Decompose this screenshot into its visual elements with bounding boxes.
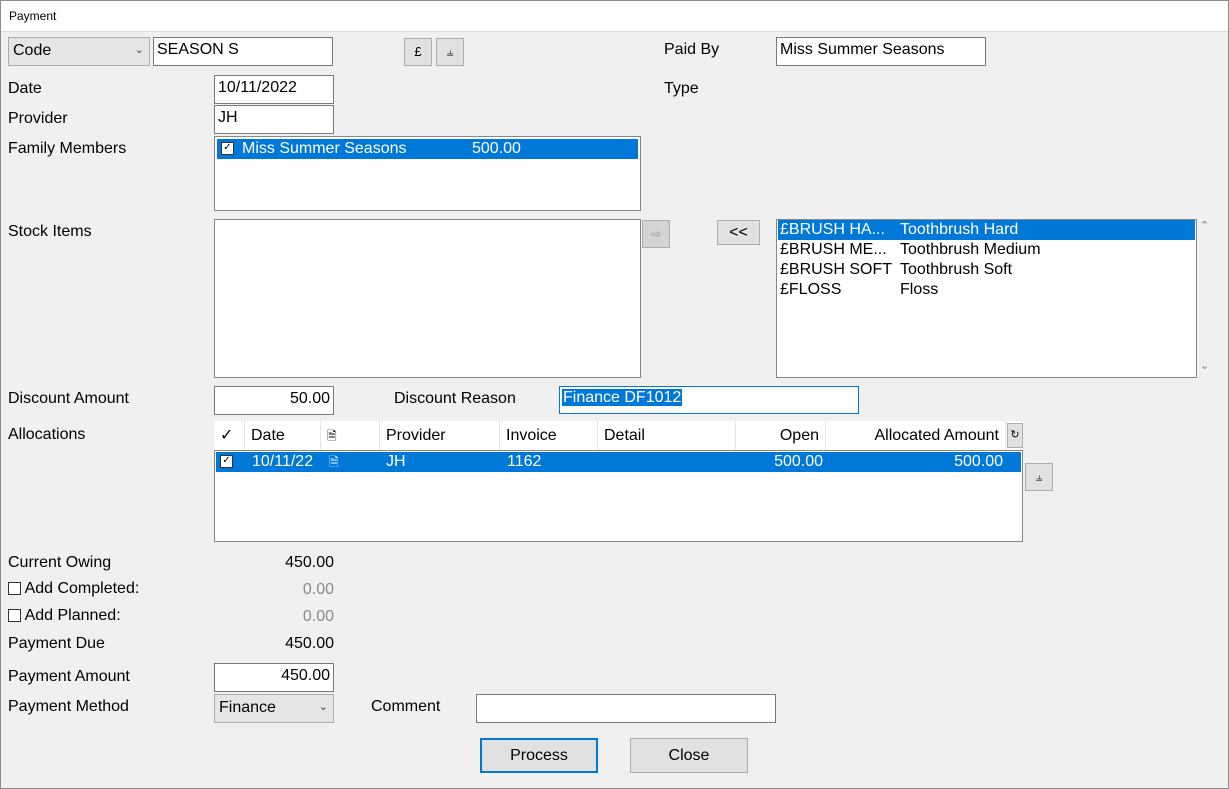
allocations-label: Allocations: [8, 426, 86, 443]
stock-desc: Toothbrush Hard: [900, 221, 1019, 238]
stock-code: £BRUSH ME...: [780, 241, 887, 258]
payment-method-value: Finance: [219, 699, 276, 716]
allocation-row[interactable]: ✓ 10/11/22 🗎 JH 1162 500.00 500.00: [216, 452, 1021, 472]
comment-label: Comment: [371, 698, 441, 715]
stock-code: £BRUSH HA...: [780, 221, 885, 238]
current-owing-value: 450.00: [285, 554, 334, 571]
discount-reason-label: Discount Reason: [394, 390, 516, 407]
close-button[interactable]: Close: [630, 738, 748, 773]
date-field[interactable]: 10/11/2022: [214, 75, 334, 104]
add-allocation-button[interactable]: ⫨: [1025, 463, 1053, 491]
current-owing-label: Current Owing: [8, 554, 112, 571]
provider-field[interactable]: JH: [214, 105, 334, 134]
chevron-down-icon: ⌄: [134, 44, 144, 56]
pound-button[interactable]: £: [404, 38, 432, 66]
refresh-button[interactable]: ↻: [1007, 423, 1023, 448]
add-planned-checkbox[interactable]: [8, 609, 21, 623]
stock-desc: Toothbrush Soft: [900, 261, 1013, 278]
discount-reason-text: Finance DF1012: [562, 389, 683, 406]
add-completed-label: Add Completed:: [24, 580, 140, 597]
scrollbar[interactable]: ⌃ ⌄: [1197, 219, 1213, 378]
col-check[interactable]: ✓: [214, 421, 245, 450]
family-member-name: Miss Summer Seasons: [242, 140, 407, 157]
document-icon: 🗎: [329, 455, 339, 469]
col-open[interactable]: Open: [736, 421, 826, 450]
allocation-open: 500.00: [774, 453, 823, 470]
scroll-down-icon[interactable]: ⌄: [1200, 359, 1209, 372]
chevron-down-icon: ⌄: [318, 701, 328, 713]
find-patient-button[interactable]: ⫨: [436, 38, 464, 66]
payment-due-label: Payment Due: [8, 635, 105, 652]
add-stock-button[interactable]: <<: [717, 220, 760, 245]
add-completed-row[interactable]: Add Completed:: [8, 580, 139, 598]
payment-method-select[interactable]: Finance ⌄: [214, 694, 334, 723]
family-members-label: Family Members: [8, 140, 127, 157]
allocation-invoice: 1162: [507, 453, 542, 470]
stock-desc: Floss: [900, 281, 939, 298]
allocation-amount: 500.00: [954, 453, 1003, 470]
stock-item[interactable]: £BRUSH HA... Toothbrush Hard: [778, 220, 1195, 240]
paid-by-label: Paid By: [664, 41, 720, 58]
move-right-icon: ⇨: [650, 227, 662, 241]
window-title: Payment: [9, 9, 57, 23]
stock-code: £FLOSS: [780, 281, 842, 298]
allocations-list[interactable]: ✓ 10/11/22 🗎 JH 1162 500.00 500.00: [214, 450, 1023, 542]
search-mode-combo[interactable]: Code ⌄: [8, 37, 150, 66]
family-member-item[interactable]: ✓ Miss Summer Seasons 500.00: [217, 139, 638, 159]
col-date[interactable]: Date: [245, 421, 321, 450]
search-mode-value: Code: [13, 42, 52, 59]
plus-icon: ⫨: [1035, 470, 1043, 484]
selected-stock-list[interactable]: [214, 219, 641, 378]
process-button[interactable]: Process: [480, 738, 598, 773]
discount-reason-field[interactable]: Finance DF1012: [559, 386, 859, 414]
col-allocated[interactable]: Allocated Amount: [826, 421, 1006, 450]
checkbox-icon[interactable]: ✓: [221, 142, 234, 156]
scroll-up-icon[interactable]: ⌃: [1200, 219, 1209, 232]
stock-item[interactable]: £FLOSS Floss: [778, 280, 1195, 300]
add-completed-checkbox[interactable]: [8, 582, 21, 596]
stock-items-label: Stock Items: [8, 223, 92, 240]
col-invoice[interactable]: Invoice: [500, 421, 598, 450]
stock-desc: Toothbrush Medium: [900, 241, 1041, 258]
close-label: Close: [668, 747, 710, 764]
checkbox-icon[interactable]: ✓: [220, 455, 233, 469]
type-label: Type: [664, 80, 699, 97]
add-planned-label: Add Planned:: [24, 607, 121, 624]
pound-icon: £: [414, 44, 422, 59]
plus-icon: ⫨: [446, 45, 454, 59]
family-members-list[interactable]: ✓ Miss Summer Seasons 500.00: [214, 136, 641, 211]
add-planned-value: 0.00: [302, 608, 334, 625]
col-doc[interactable]: 🗎: [321, 421, 380, 450]
comment-field[interactable]: [476, 694, 776, 723]
allocations-header: ✓ Date 🗎 Provider Invoice Detail Open Al…: [214, 421, 1023, 450]
allocation-provider: JH: [386, 453, 406, 470]
payment-method-label: Payment Method: [8, 698, 129, 715]
paid-by-field[interactable]: Miss Summer Seasons: [776, 37, 986, 66]
col-provider[interactable]: Provider: [380, 421, 500, 450]
available-stock-list[interactable]: £BRUSH HA... Toothbrush Hard £BRUSH ME..…: [776, 219, 1197, 378]
discount-amount-label: Discount Amount: [8, 390, 129, 407]
provider-label: Provider: [8, 110, 68, 127]
family-member-amount: 500.00: [472, 140, 521, 157]
remove-stock-button[interactable]: ⇨: [642, 220, 670, 248]
payment-amount-field[interactable]: 450.00: [214, 663, 334, 692]
date-label: Date: [8, 80, 42, 97]
add-planned-row[interactable]: Add Planned:: [8, 607, 121, 625]
stock-code: £BRUSH SOFT: [780, 261, 893, 278]
stock-item[interactable]: £BRUSH ME... Toothbrush Medium: [778, 240, 1195, 260]
process-label: Process: [510, 747, 568, 764]
add-completed-value: 0.00: [302, 581, 334, 598]
payment-amount-label: Payment Amount: [8, 668, 130, 685]
title-bar: [0, 0, 1229, 32]
add-stock-label: <<: [729, 224, 748, 241]
stock-item[interactable]: £BRUSH SOFT Toothbrush Soft: [778, 260, 1195, 280]
search-input[interactable]: SEASON S: [153, 37, 333, 66]
col-detail[interactable]: Detail: [598, 421, 736, 450]
allocation-date: 10/11/22: [252, 453, 314, 470]
discount-amount-field[interactable]: 50.00: [214, 386, 334, 415]
payment-due-value: 450.00: [285, 635, 334, 652]
refresh-icon: ↻: [1010, 429, 1020, 441]
document-icon: 🗎: [327, 429, 337, 443]
